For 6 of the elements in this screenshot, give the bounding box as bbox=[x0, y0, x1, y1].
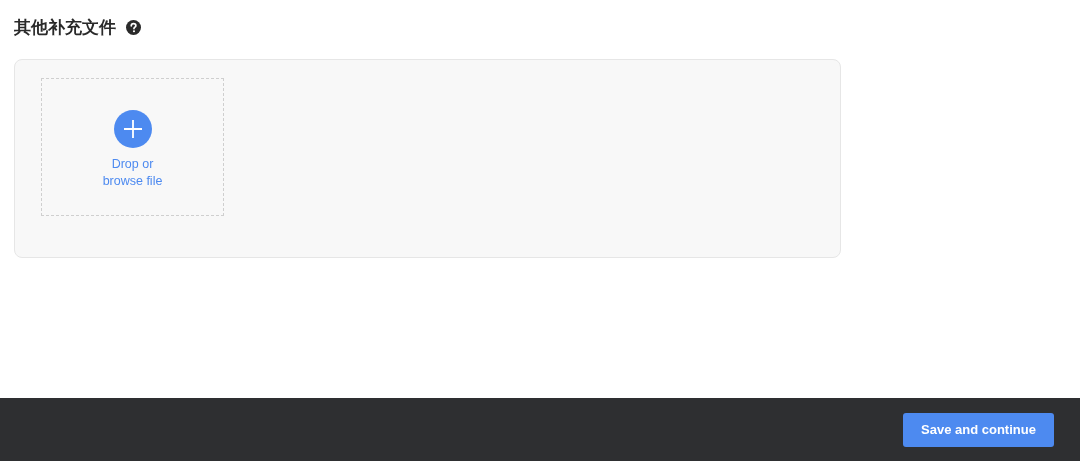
help-icon[interactable] bbox=[126, 19, 141, 35]
add-icon bbox=[113, 110, 152, 148]
section-title: 其他补充文件 bbox=[14, 15, 116, 39]
upload-hint: Drop or browse file bbox=[101, 156, 164, 190]
file-drop-zone[interactable]: Drop or browse file bbox=[41, 78, 224, 216]
save-continue-button[interactable]: Save and continue bbox=[903, 412, 1054, 447]
